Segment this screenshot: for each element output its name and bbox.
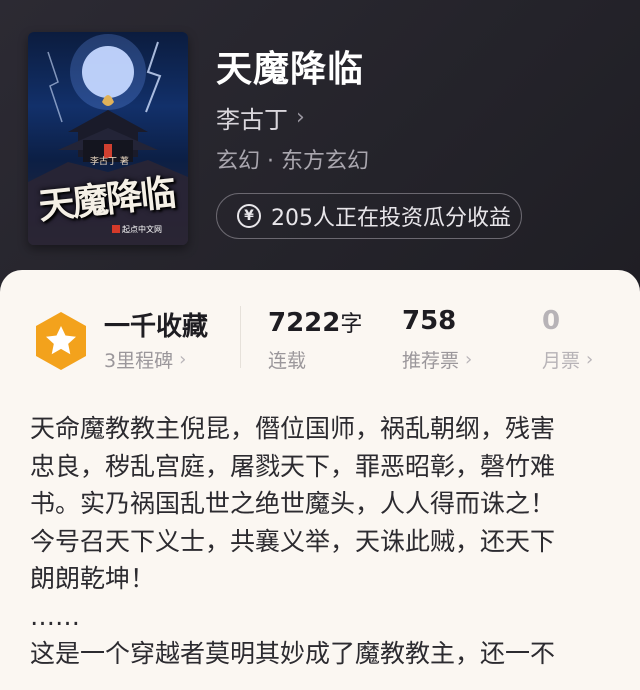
serial-status: 连载	[268, 346, 306, 373]
description-line: ……	[30, 601, 80, 631]
chevron-right-icon: ›	[586, 349, 594, 370]
description-line: 朗朗乾坤！	[30, 564, 156, 593]
book-description[interactable]: 天命魔教教主倪昆，僭位国师，祸乱朝纲，残害 忠良，秽乱宫庭，屠戮天下，罪恶昭彰，…	[30, 410, 610, 673]
description-line: 忠良，秽乱宫庭，屠戮天下，罪恶昭彰，磬竹难	[30, 451, 556, 481]
book-title: 天魔降临	[216, 49, 365, 90]
cover-author-mark: 李古丁 著	[90, 157, 129, 167]
author-name: 李古丁	[216, 106, 288, 134]
description-line: 今号召天下义士，共襄义举，天诛此贼，还天下	[30, 526, 556, 556]
milestone-link[interactable]: 3里程碑 ›	[104, 346, 186, 373]
stats-divider	[240, 306, 241, 368]
chevron-right-icon: ›	[465, 349, 473, 370]
description-line: 这是一个穿越者莫明其妙成了魔教教主，还一不	[30, 639, 556, 668]
description-line: 天命魔教教主倪昆，僭位国师，祸乱朝纲，残害	[30, 414, 556, 443]
monthly-ticket-count: 0	[542, 306, 561, 336]
word-count-unit: 字	[340, 312, 363, 337]
milestone-label: 3里程碑	[104, 350, 174, 372]
cover-publisher: 起点中文网	[122, 225, 162, 234]
collect-title: 一千收藏	[104, 312, 209, 342]
book-header: 李古丁 著 天魔降临 起点中文网 天魔降临 李古丁 › 玄幻 · 东方玄幻 ¥ …	[0, 0, 640, 300]
serial-status-label: 连载	[268, 350, 307, 372]
recommend-ticket-label: 推荐票	[402, 350, 460, 372]
recommend-count: 758	[402, 306, 457, 336]
yen-coin-icon: ¥	[237, 204, 261, 228]
invest-label: 205人正在投资瓜分收益	[271, 206, 511, 231]
monthly-ticket-link[interactable]: 月票 ›	[542, 346, 593, 373]
author-link[interactable]: 李古丁 ›	[216, 100, 305, 135]
monthly-ticket-label: 月票	[542, 350, 581, 372]
milestone-star-icon[interactable]	[32, 310, 90, 372]
chevron-right-icon: ›	[296, 105, 305, 130]
publisher-logo-icon	[112, 225, 120, 233]
book-cover[interactable]: 李古丁 著 天魔降临 起点中文网	[28, 32, 188, 245]
word-count-value: 7222	[268, 308, 341, 338]
invest-button[interactable]: ¥ 205人正在投资瓜分收益	[216, 193, 522, 239]
word-count: 7222字	[268, 306, 362, 338]
book-genre: 玄幻 · 东方玄幻	[216, 149, 369, 174]
recommend-ticket-link[interactable]: 推荐票 ›	[402, 346, 472, 373]
description-line: 书。实乃祸国乱世之绝世魔头，人人得而诛之！	[30, 489, 556, 518]
chevron-right-icon: ›	[179, 349, 187, 370]
